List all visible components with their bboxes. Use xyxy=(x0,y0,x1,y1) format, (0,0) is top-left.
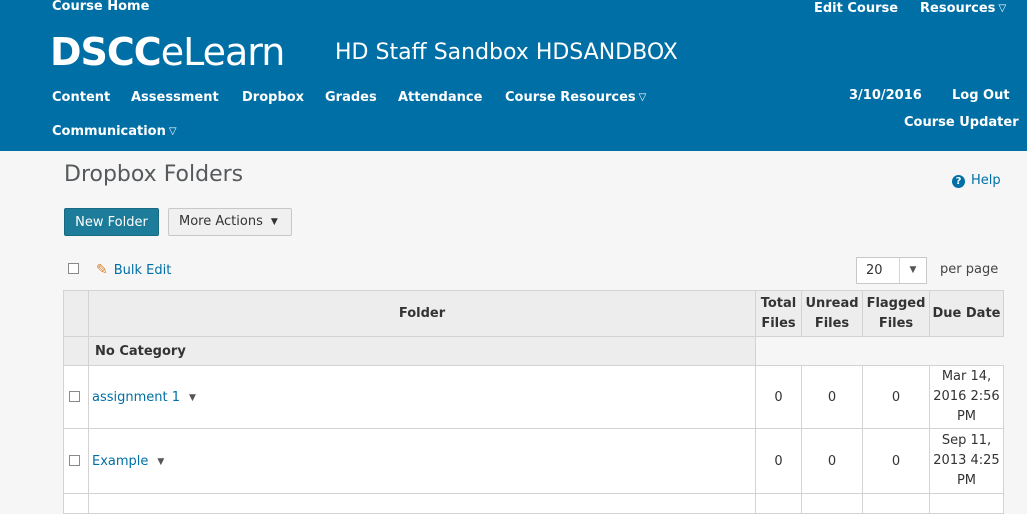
nav-dropbox[interactable]: Dropbox xyxy=(242,90,304,105)
per-page-select[interactable]: 20 ▼ xyxy=(856,257,927,284)
chevron-down-icon: ▽ xyxy=(168,126,177,137)
due-date-cell: Mar 14, 2016 2:56 PM xyxy=(929,365,1004,429)
header-folder[interactable]: Folder xyxy=(88,290,756,337)
folder-link[interactable]: Example xyxy=(92,454,148,469)
help-icon: ? xyxy=(952,175,965,188)
header-flagged-files[interactable]: Flagged Files xyxy=(862,290,930,337)
flagged-files-cell[interactable]: 0 xyxy=(862,428,930,494)
total-files-cell: 0 xyxy=(755,428,802,494)
row-select-cell xyxy=(63,365,89,429)
pencil-icon: ✎ xyxy=(96,262,108,278)
caret-down-icon: ▼ xyxy=(899,258,926,283)
folders-table: Folder Total Files Unread Files Flagged Fil… xyxy=(63,290,1004,514)
total-files-cell: 0 xyxy=(755,365,802,429)
top-navbar: Course Home Edit Course Resources ▽ DSCCe… xyxy=(0,0,1027,151)
course-home-link[interactable]: Course Home xyxy=(52,0,149,14)
row-select-cell xyxy=(63,493,89,514)
select-all-checkbox[interactable] xyxy=(68,263,79,274)
header-flagged-files-line1: Flagged xyxy=(866,295,926,311)
context-menu-icon[interactable]: ▼ xyxy=(157,457,164,467)
context-menu-icon[interactable]: ▼ xyxy=(189,393,196,403)
header-select-cell xyxy=(63,290,89,337)
per-page-label: per page xyxy=(940,262,999,277)
due-date-line1: Sep 11, xyxy=(941,433,992,448)
logout-link[interactable]: Log Out xyxy=(952,88,1010,103)
new-folder-button[interactable]: New Folder xyxy=(64,208,159,236)
table-header-row: Folder Total Files Unread Files Flagged Fil… xyxy=(63,290,1004,337)
row-checkbox[interactable] xyxy=(69,391,80,402)
more-actions-label: More Actions xyxy=(179,214,263,229)
unread-files-cell[interactable]: 0 xyxy=(801,428,863,494)
category-spacer-cell xyxy=(63,336,89,366)
per-page-value: 20 xyxy=(866,263,883,278)
unread-files-cell xyxy=(801,493,863,514)
course-updater-link[interactable]: Course Updater xyxy=(904,115,1019,130)
caret-down-icon: ▼ xyxy=(270,217,278,227)
category-row: No Category xyxy=(63,336,1004,366)
table-row: assignment 1 ▼ 0 0 0 Mar 14, 2016 2:56 PM xyxy=(63,365,1004,429)
site-logo[interactable]: DSCCeLearn xyxy=(50,30,286,74)
due-date-line3: PM xyxy=(956,409,977,424)
due-date-line2: 2013 4:25 xyxy=(933,453,1000,468)
header-unread-files-line1: Unread xyxy=(805,295,859,311)
table-row xyxy=(63,493,1004,514)
folder-link[interactable]: assignment 1 xyxy=(92,390,180,405)
help-link[interactable]: ? Help xyxy=(952,173,1001,188)
nav-course-resources[interactable]: Course Resources ▽ xyxy=(505,90,646,105)
flagged-files-cell xyxy=(862,493,930,514)
header-unread-files-line2: Files xyxy=(814,315,850,331)
due-date-cell: Sep 11, 2013 4:25 PM xyxy=(929,428,1004,494)
nav-assessment[interactable]: Assessment xyxy=(131,90,219,105)
resources-label: Resources xyxy=(920,1,996,16)
due-date-line2: 2016 2:56 xyxy=(933,389,1000,404)
folder-cell: Example ▼ xyxy=(88,428,756,494)
current-date: 3/10/2016 xyxy=(849,88,922,103)
nav-attendance[interactable]: Attendance xyxy=(398,90,482,105)
header-unread-files[interactable]: Unread Files xyxy=(801,290,863,337)
header-total-files[interactable]: Total Files xyxy=(755,290,802,337)
nav-communication-label: Communication xyxy=(52,124,166,139)
chevron-down-icon: ▽ xyxy=(638,92,647,103)
bulk-edit-label: Bulk Edit xyxy=(113,263,172,278)
category-label: No Category xyxy=(88,336,756,366)
header-total-files-line1: Total xyxy=(760,295,797,311)
due-date-line1: Mar 14, xyxy=(941,369,992,384)
nav-communication[interactable]: Communication ▽ xyxy=(52,124,177,139)
header-due-date[interactable]: Due Date xyxy=(929,290,1004,337)
table-row: Example ▼ 0 0 0 Sep 11, 2013 4:25 PM xyxy=(63,428,1004,494)
due-date-cell xyxy=(929,493,1004,514)
nav-grades[interactable]: Grades xyxy=(325,90,377,105)
folder-cell: assignment 1 ▼ xyxy=(88,365,756,429)
folder-cell xyxy=(88,493,756,514)
chevron-down-icon: ▽ xyxy=(998,3,1007,14)
unread-files-cell[interactable]: 0 xyxy=(801,365,863,429)
more-actions-button[interactable]: More Actions ▼ xyxy=(168,208,292,236)
bulk-edit-link[interactable]: ✎ Bulk Edit xyxy=(96,262,171,278)
logo-text-elearn: eLearn xyxy=(160,30,286,74)
nav-content[interactable]: Content xyxy=(52,90,110,105)
logo-text-dscc: DSCC xyxy=(50,30,162,74)
due-date-line3: PM xyxy=(956,473,977,488)
edit-course-link[interactable]: Edit Course xyxy=(814,1,898,16)
header-total-files-line2: Files xyxy=(761,315,796,331)
category-empty-cell xyxy=(755,336,1004,366)
header-flagged-files-line2: Files xyxy=(878,315,914,331)
course-title[interactable]: HD Staff Sandbox HDSANDBOX xyxy=(335,40,678,65)
nav-course-resources-label: Course Resources xyxy=(505,90,636,105)
page-title: Dropbox Folders xyxy=(64,162,244,187)
row-select-cell xyxy=(63,428,89,494)
help-label: Help xyxy=(971,173,1001,188)
total-files-cell xyxy=(755,493,802,514)
flagged-files-cell[interactable]: 0 xyxy=(862,365,930,429)
resources-menu[interactable]: Resources ▽ xyxy=(920,1,1006,16)
row-checkbox[interactable] xyxy=(69,455,80,466)
